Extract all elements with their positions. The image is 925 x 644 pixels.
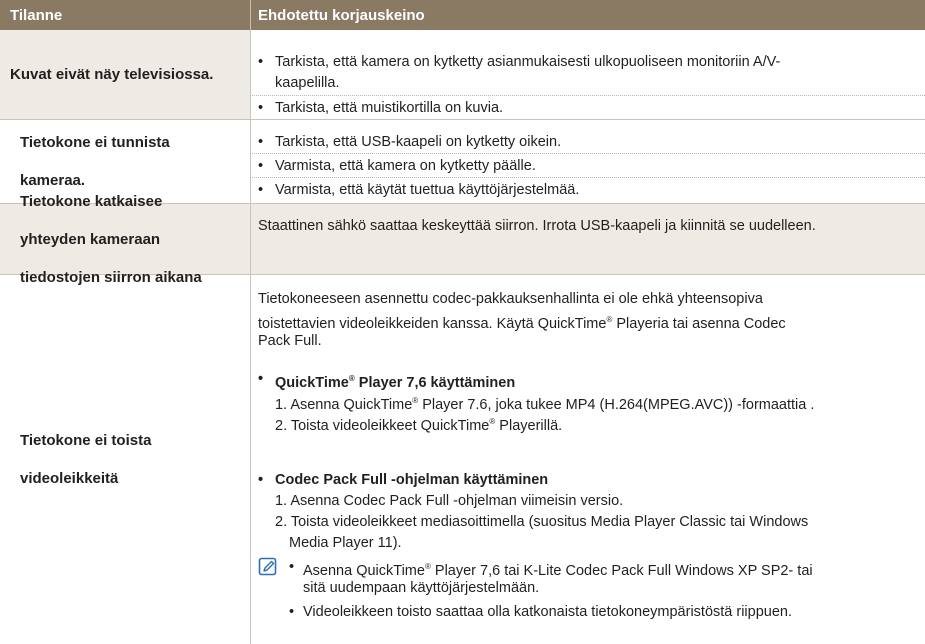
- intro-line: toistettavien videoleikkeiden kanssa. Kä…: [258, 315, 786, 332]
- remedy-item: Tarkista, että muistikortilla on kuvia.: [275, 100, 504, 116]
- divider: [250, 177, 925, 178]
- bullet: •: [258, 371, 264, 387]
- remedy-item-cont: kaapelilla.: [275, 75, 340, 91]
- codec-step: 1. Asenna Codec Pack Full -ohjelman viim…: [275, 493, 624, 509]
- situation-text: Tietokone katkaisee yhteyden kameraan tied…: [20, 192, 202, 286]
- bullet: •: [258, 100, 264, 116]
- table-header: Tilanne Ehdotettu korjauskeino: [0, 0, 925, 30]
- situation-text: Kuvat eivät näy televisiossa.: [10, 66, 214, 83]
- divider: [250, 153, 925, 154]
- bullet: •: [258, 472, 264, 488]
- bullet: •: [289, 604, 295, 620]
- remedy-item: Tarkista, että kamera on kytketty asianm…: [275, 54, 781, 70]
- codec-step-cont: Media Player 11).: [289, 535, 402, 551]
- situation-cell: Kuvat eivät näy televisiossa.: [0, 30, 251, 119]
- remedy-text: Staattinen sähkö saattaa keskeyttää siir…: [258, 218, 816, 234]
- intro-line: Tietokoneeseen asennettu codec-pakkaukse…: [258, 291, 763, 307]
- bullet: •: [258, 54, 264, 70]
- remedy-item: Varmista, että kamera on kytketty päälle…: [275, 158, 536, 174]
- situation-cell: Tietokone ei toista videoleikkeitä: [0, 275, 251, 644]
- situation-cell: Tietokone katkaisee yhteyden kameraan tied…: [0, 193, 251, 286]
- codec-step: 2. Toista videoleikkeet mediasoittimella…: [275, 514, 809, 530]
- table-row: Tietokone katkaisee yhteyden kameraan tied…: [0, 193, 925, 286]
- bullet: •: [289, 559, 295, 575]
- bullet: •: [258, 182, 264, 198]
- note-text-cont: sitä uudempaan käyttöjärjestelmään.: [303, 580, 540, 596]
- remedy-item: Tarkista, että USB-kaapeli on kytketty o…: [275, 134, 562, 150]
- header-situation: Tilanne: [10, 7, 63, 24]
- divider: [250, 95, 925, 96]
- note-icon: [258, 557, 278, 577]
- situation-text: Tietokone ei toista videoleikkeitä: [20, 432, 152, 487]
- quicktime-heading: QuickTime® Player 7,6 käyttäminen: [275, 374, 516, 391]
- note-text: Videoleikkeen toisto saattaa olla katkon…: [303, 604, 792, 620]
- remedy-item: Varmista, että käytät tuettua käyttöjärj…: [275, 182, 580, 198]
- quicktime-step: 2. Toista videoleikkeet QuickTime® Playe…: [275, 417, 563, 434]
- situation-text: Tietokone ei tunnista kameraa.: [20, 134, 170, 189]
- bullet: •: [258, 158, 264, 174]
- codec-heading: Codec Pack Full -ohjelman käyttäminen: [275, 472, 549, 488]
- intro-line: Pack Full.: [258, 333, 322, 349]
- header-divider: [250, 0, 251, 30]
- header-remedy: Ehdotettu korjauskeino: [258, 7, 425, 24]
- bullet: •: [258, 134, 264, 150]
